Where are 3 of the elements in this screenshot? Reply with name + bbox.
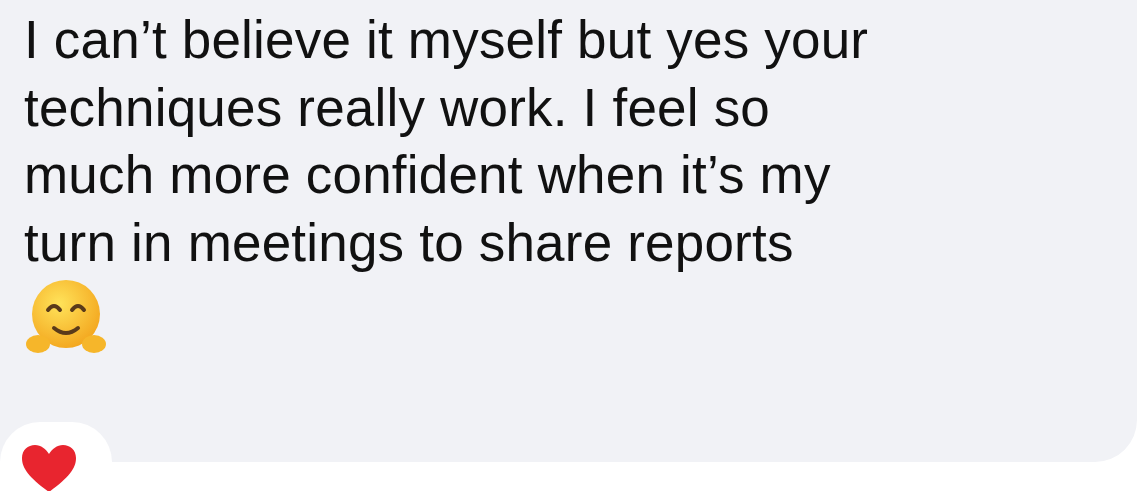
heart-icon: [20, 444, 78, 491]
message-text: I can’t believe it myself but yes your techniques really work. I feel so much more confident when it’s my turn in meetings to share reports: [24, 9, 870, 274]
reaction-badge[interactable]: [0, 422, 112, 491]
